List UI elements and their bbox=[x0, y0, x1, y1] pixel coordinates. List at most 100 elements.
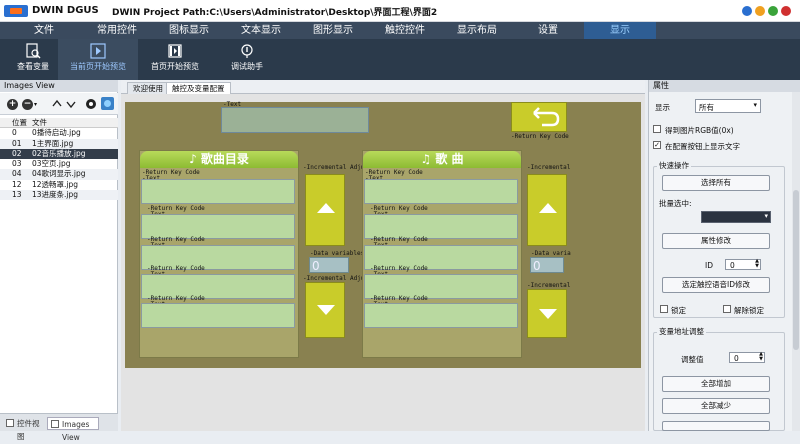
chevron-down-icon: ▾ bbox=[753, 101, 757, 109]
left-panel-footer: 控件视图 Images View bbox=[0, 413, 118, 442]
show-text-checkbox[interactable]: ✓ bbox=[653, 141, 661, 149]
list-item[interactable]: 0 0播待启动.jpg bbox=[0, 128, 118, 138]
tab-welcome[interactable]: 欢迎使用 bbox=[127, 82, 169, 94]
images-view-toolbar: + − ▾ bbox=[0, 93, 118, 115]
variable-search-icon bbox=[26, 43, 41, 59]
data-variable-label: -Data variables bbox=[310, 250, 365, 257]
id-stepper[interactable]: 0 ▲ ▼ bbox=[725, 259, 761, 270]
menu-display[interactable]: 显示 bbox=[584, 22, 656, 39]
select-all-button[interactable]: 选择所有 bbox=[662, 175, 770, 191]
page-canvas[interactable]: -Text -Return Key Code ♪ 歌曲目录 -Return Ke… bbox=[125, 101, 641, 368]
scroll-up-button[interactable] bbox=[305, 174, 345, 246]
tab-touch-config[interactable]: 触控及变量配置 bbox=[166, 82, 231, 94]
help-button[interactable] bbox=[742, 6, 752, 16]
tool-label: 查看变量 bbox=[17, 62, 49, 71]
menu-bar: 文件 常用控件 图标显示 文本显示 图形显示 触控控件 显示布局 设置 显示 bbox=[0, 22, 800, 39]
tab-images-view[interactable]: Images View bbox=[47, 417, 99, 442]
song-list-row[interactable] bbox=[141, 179, 295, 204]
music-note-icon: ♪ bbox=[189, 152, 201, 166]
batch-select-label: 批量选中: bbox=[659, 199, 692, 208]
menu-display-layout[interactable]: 显示布局 bbox=[452, 22, 502, 39]
images-list: 位置 文件 0 0播待启动.jpg 01 1主界面.jpg 02 02音乐播放.jpg… bbox=[0, 118, 118, 201]
image-import-icon[interactable] bbox=[101, 97, 114, 110]
id-value: 0 bbox=[730, 261, 735, 270]
scrollbar-thumb[interactable] bbox=[793, 190, 799, 350]
maximize-button[interactable] bbox=[768, 6, 778, 16]
properties-panel: 属性 显示 所有 ▾ 得到图片RGB值(0x) ✓ 在配置按钮上显示文字 快速操… bbox=[648, 80, 800, 431]
song-up-button[interactable] bbox=[527, 174, 567, 246]
lock-checkbox[interactable] bbox=[660, 305, 668, 313]
more-button[interactable] bbox=[662, 421, 770, 431]
song-row[interactable] bbox=[364, 303, 518, 328]
item-position: 13 bbox=[12, 190, 22, 200]
move-down-icon[interactable] bbox=[66, 99, 76, 109]
menu-settings[interactable]: 设置 bbox=[528, 22, 568, 39]
list-item[interactable]: 03 03空页.jpg bbox=[0, 159, 118, 169]
menu-common-controls[interactable]: 常用控件 bbox=[92, 22, 142, 39]
scroll-down-button[interactable] bbox=[305, 282, 345, 338]
menu-touch-controls[interactable]: 触控控件 bbox=[380, 22, 430, 39]
music-note-icon: ♫ bbox=[420, 152, 436, 166]
list-item[interactable]: 01 1主界面.jpg bbox=[0, 138, 118, 149]
preview-home-page-button[interactable]: 首页开始预览 bbox=[144, 39, 206, 80]
tool-label: 调试助手 bbox=[231, 62, 263, 71]
menu-icon-display[interactable]: 图标显示 bbox=[164, 22, 214, 39]
minimize-button[interactable] bbox=[755, 6, 765, 16]
menu-graphic-display[interactable]: 图形显示 bbox=[308, 22, 358, 39]
view-variables-button[interactable]: 查看变量 bbox=[10, 39, 56, 80]
adjust-value-label: 调整值 bbox=[681, 355, 704, 364]
list-item[interactable]: 13 13进度条.jpg bbox=[0, 190, 118, 201]
incremental-label: -Incremental bbox=[527, 164, 571, 171]
lock-label: 锁定 bbox=[671, 306, 686, 315]
song-down-button[interactable] bbox=[527, 289, 567, 338]
list-item[interactable]: 12 12透畅罩.jpg bbox=[0, 180, 118, 190]
project-path: DWIN Project Path:C:\Users\Administrator… bbox=[112, 8, 438, 18]
debug-assistant-button[interactable]: 调试助手 bbox=[222, 39, 272, 80]
song-list-header: ♪ 歌曲目录 bbox=[140, 151, 298, 168]
return-button[interactable] bbox=[511, 102, 567, 132]
song-row[interactable] bbox=[364, 179, 518, 204]
add-icon[interactable]: + bbox=[7, 99, 18, 110]
touch-voice-id-modify-button[interactable]: 选定触控语音ID修改 bbox=[662, 277, 770, 293]
batch-select-dropdown[interactable]: ▾ bbox=[701, 211, 771, 223]
list-item[interactable]: 04 04歌词显示.jpg bbox=[0, 169, 118, 180]
close-button[interactable] bbox=[781, 6, 791, 16]
id-label: ID bbox=[705, 261, 713, 270]
eye-icon[interactable] bbox=[85, 98, 97, 110]
item-filename: 1主界面.jpg bbox=[32, 138, 74, 148]
list-item-selected[interactable]: 02 02音乐播放.jpg bbox=[0, 148, 118, 160]
unlock-checkbox[interactable] bbox=[723, 305, 731, 313]
return-arrow-icon bbox=[533, 107, 560, 127]
decrease-all-button[interactable]: 全部减少 bbox=[662, 398, 770, 414]
dwin-logo bbox=[4, 5, 28, 17]
tab-controls-view[interactable]: 控件视图 bbox=[3, 417, 46, 441]
item-position: 01 bbox=[12, 138, 22, 148]
rgb-checkbox-label: 得到图片RGB值(0x) bbox=[665, 126, 734, 135]
move-up-icon[interactable] bbox=[52, 99, 62, 109]
images-view-panel: Images View + − ▾ 位置 文件 0 0播待启动.jpg 01 1主界… bbox=[0, 80, 118, 442]
item-filename: 12透畅罩.jpg bbox=[32, 179, 79, 189]
item-filename: 02音乐播放.jpg bbox=[32, 148, 86, 158]
remove-icon[interactable]: − bbox=[22, 99, 33, 110]
dropdown-arrow-icon[interactable]: ▾ bbox=[34, 101, 37, 108]
column-header-position: 位置 bbox=[12, 118, 27, 127]
menu-file[interactable]: 文件 bbox=[24, 22, 64, 39]
incremental-label: -Incremental bbox=[527, 282, 571, 289]
film-preview-icon bbox=[168, 44, 182, 58]
return-key-label: -Return Key Code bbox=[511, 133, 569, 140]
rgb-checkbox[interactable] bbox=[653, 125, 661, 133]
data-variable-field[interactable]: 0 bbox=[309, 257, 349, 273]
data-variable-field[interactable]: 0 bbox=[530, 257, 564, 273]
item-position: 03 bbox=[12, 159, 22, 169]
song-list-row[interactable] bbox=[141, 303, 295, 328]
properties-title: 属性 bbox=[649, 80, 800, 92]
up-arrow-icon bbox=[539, 203, 557, 213]
images-view-title: Images View bbox=[0, 80, 118, 92]
preview-current-page-button[interactable]: 当前页开始预览 bbox=[58, 39, 138, 80]
increase-all-button[interactable]: 全部增加 bbox=[662, 376, 770, 392]
display-select[interactable]: 所有 ▾ bbox=[695, 99, 761, 113]
top-text-box[interactable] bbox=[221, 107, 369, 133]
menu-text-display[interactable]: 文本显示 bbox=[236, 22, 286, 39]
attribute-modify-button[interactable]: 属性修改 bbox=[662, 233, 770, 249]
adjust-value-stepper[interactable]: 0 ▲ ▼ bbox=[729, 352, 765, 363]
